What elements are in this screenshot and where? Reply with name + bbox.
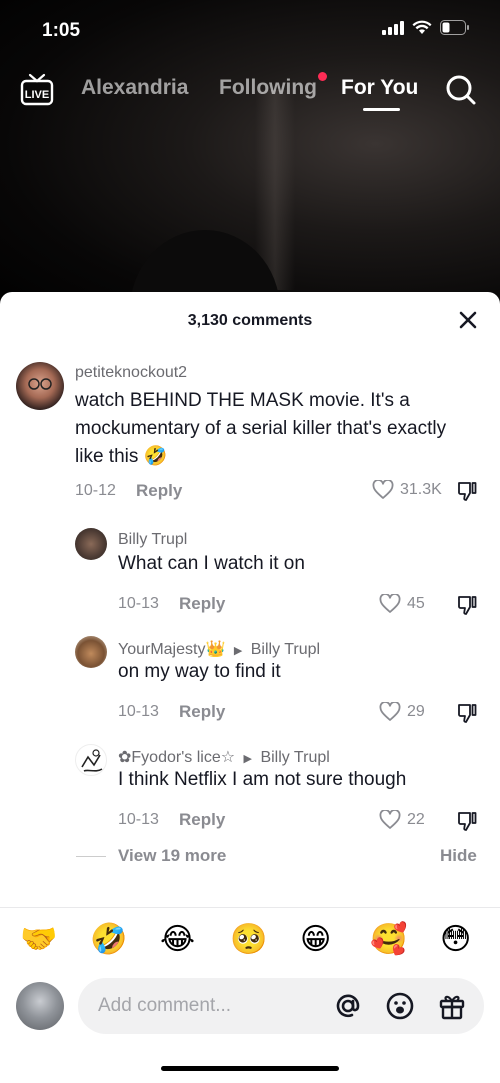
emoji-button[interactable] <box>384 990 416 1022</box>
comment-username[interactable]: petiteknockout2 <box>75 364 187 382</box>
comment-input-box[interactable] <box>78 978 484 1034</box>
following-notification-dot <box>318 72 327 81</box>
reply-author[interactable]: ✿Fyodor's lice☆ <box>118 749 235 766</box>
replies-controls: View 19 more Hide <box>0 844 500 868</box>
comment-text: watch BEHIND THE MASK movie. It's a mock… <box>75 390 447 467</box>
home-indicator[interactable] <box>161 1066 339 1071</box>
comments-sheet: 3,130 comments petiteknockout2 watch BEH… <box>0 292 500 1083</box>
reply-button[interactable]: Reply <box>179 594 225 614</box>
reply-arrow-icon: ▶ <box>243 753 252 765</box>
search-icon <box>446 75 476 105</box>
status-time: 1:05 <box>42 20 81 41</box>
reply-text: on my way to find it <box>118 661 281 682</box>
emoji-icon <box>386 992 414 1020</box>
reply-date: 10-13 <box>118 811 159 828</box>
gift-icon <box>439 995 465 1020</box>
emoji-handshake[interactable]: 🤝 <box>20 920 57 960</box>
avatar[interactable] <box>16 362 64 410</box>
heart-icon <box>379 702 401 721</box>
reply-button[interactable]: Reply <box>136 481 182 501</box>
active-tab-indicator <box>363 108 400 111</box>
close-button[interactable] <box>456 308 480 332</box>
reply-to-username[interactable]: Billy Trupl <box>251 641 320 658</box>
avatar[interactable] <box>75 744 107 776</box>
my-avatar[interactable] <box>16 982 64 1030</box>
comment-date: 10-12 <box>75 482 116 499</box>
status-icons <box>382 20 470 35</box>
reply-button[interactable]: Reply <box>179 810 225 830</box>
emoji-grin[interactable]: 😁 <box>300 920 331 960</box>
gift-button[interactable] <box>436 990 468 1022</box>
dislike-button[interactable] <box>456 594 478 621</box>
tab-for-you[interactable]: For You <box>341 76 418 100</box>
at-icon <box>336 994 360 1018</box>
live-icon: LIVE <box>20 73 54 106</box>
reply-text: I think Netflix I am not sure though <box>118 769 407 790</box>
like-button[interactable]: 31.3K <box>372 480 442 500</box>
avatar-glasses <box>28 378 52 390</box>
emoji-smiling-hearts[interactable]: 🥰 <box>370 920 407 960</box>
like-button[interactable]: 45 <box>379 594 425 614</box>
heart-icon <box>379 810 401 829</box>
heart-icon <box>372 480 394 499</box>
reply-arrow-icon: ▶ <box>233 645 243 657</box>
reply-author[interactable]: YourMajesty👑 <box>118 641 225 658</box>
reply-username: ✿Fyodor's lice☆ ▶ Billy Trupl <box>118 747 330 767</box>
dislike-icon <box>458 704 477 723</box>
dislike-icon <box>458 596 477 615</box>
dislike-button[interactable] <box>456 810 478 837</box>
reply-to-username[interactable]: Billy Trupl <box>260 749 329 766</box>
comments-count-title: 3,130 comments <box>187 312 313 329</box>
tab-following[interactable]: Following <box>219 76 317 100</box>
signal-icon <box>382 20 404 35</box>
comment-input-row <box>0 978 500 1038</box>
top-nav: LIVE Alexandria Following For You <box>0 68 500 114</box>
hide-replies-button[interactable]: Hide <box>440 846 477 866</box>
status-bar: 1:05 <box>0 0 500 60</box>
battery-icon <box>440 20 469 35</box>
like-count: 31.3K <box>400 481 442 498</box>
avatar[interactable] <box>75 528 107 560</box>
avatar[interactable] <box>75 636 107 668</box>
reply-date: 10-13 <box>118 595 159 612</box>
emoji-joy[interactable]: 😂 <box>160 920 195 960</box>
reply-username[interactable]: Billy Trupl <box>118 531 187 549</box>
tab-alexandria[interactable]: Alexandria <box>81 76 188 100</box>
close-icon <box>459 311 477 329</box>
dislike-button[interactable] <box>456 480 478 507</box>
avatar-sketch <box>81 749 103 772</box>
emoji-rofl[interactable]: 🤣 <box>90 920 127 960</box>
emoji-pleading[interactable]: 🥺 <box>230 920 267 960</box>
mention-button[interactable] <box>332 990 364 1022</box>
reply-button[interactable]: Reply <box>179 702 225 722</box>
reply-username: YourMajesty👑 ▶ Billy Trupl <box>118 639 320 659</box>
dislike-icon <box>458 482 477 501</box>
dislike-icon <box>458 812 477 831</box>
like-count: 29 <box>407 703 425 720</box>
like-count: 45 <box>407 595 425 612</box>
reply-date: 10-13 <box>118 703 159 720</box>
search-button[interactable] <box>445 74 477 111</box>
divider-line <box>76 856 106 857</box>
like-button[interactable]: 22 <box>379 810 425 830</box>
like-count: 22 <box>407 811 425 828</box>
emoji-bar-divider <box>0 907 500 908</box>
svg-text:LIVE: LIVE <box>25 89 49 101</box>
view-more-replies-button[interactable]: View 19 more <box>118 846 226 866</box>
wifi-icon <box>412 20 432 34</box>
like-button[interactable]: 29 <box>379 702 425 722</box>
comment-input[interactable] <box>98 992 328 1020</box>
emoji-quick-bar: 🤝 🤣 😂 🥺 😁 🥰 😳 <box>0 920 500 964</box>
live-button[interactable]: LIVE <box>20 72 54 111</box>
dislike-button[interactable] <box>456 702 478 729</box>
emoji-flushed[interactable]: 😳 <box>440 920 471 960</box>
reply-text: What can I watch it on <box>118 553 305 574</box>
heart-icon <box>379 594 401 613</box>
